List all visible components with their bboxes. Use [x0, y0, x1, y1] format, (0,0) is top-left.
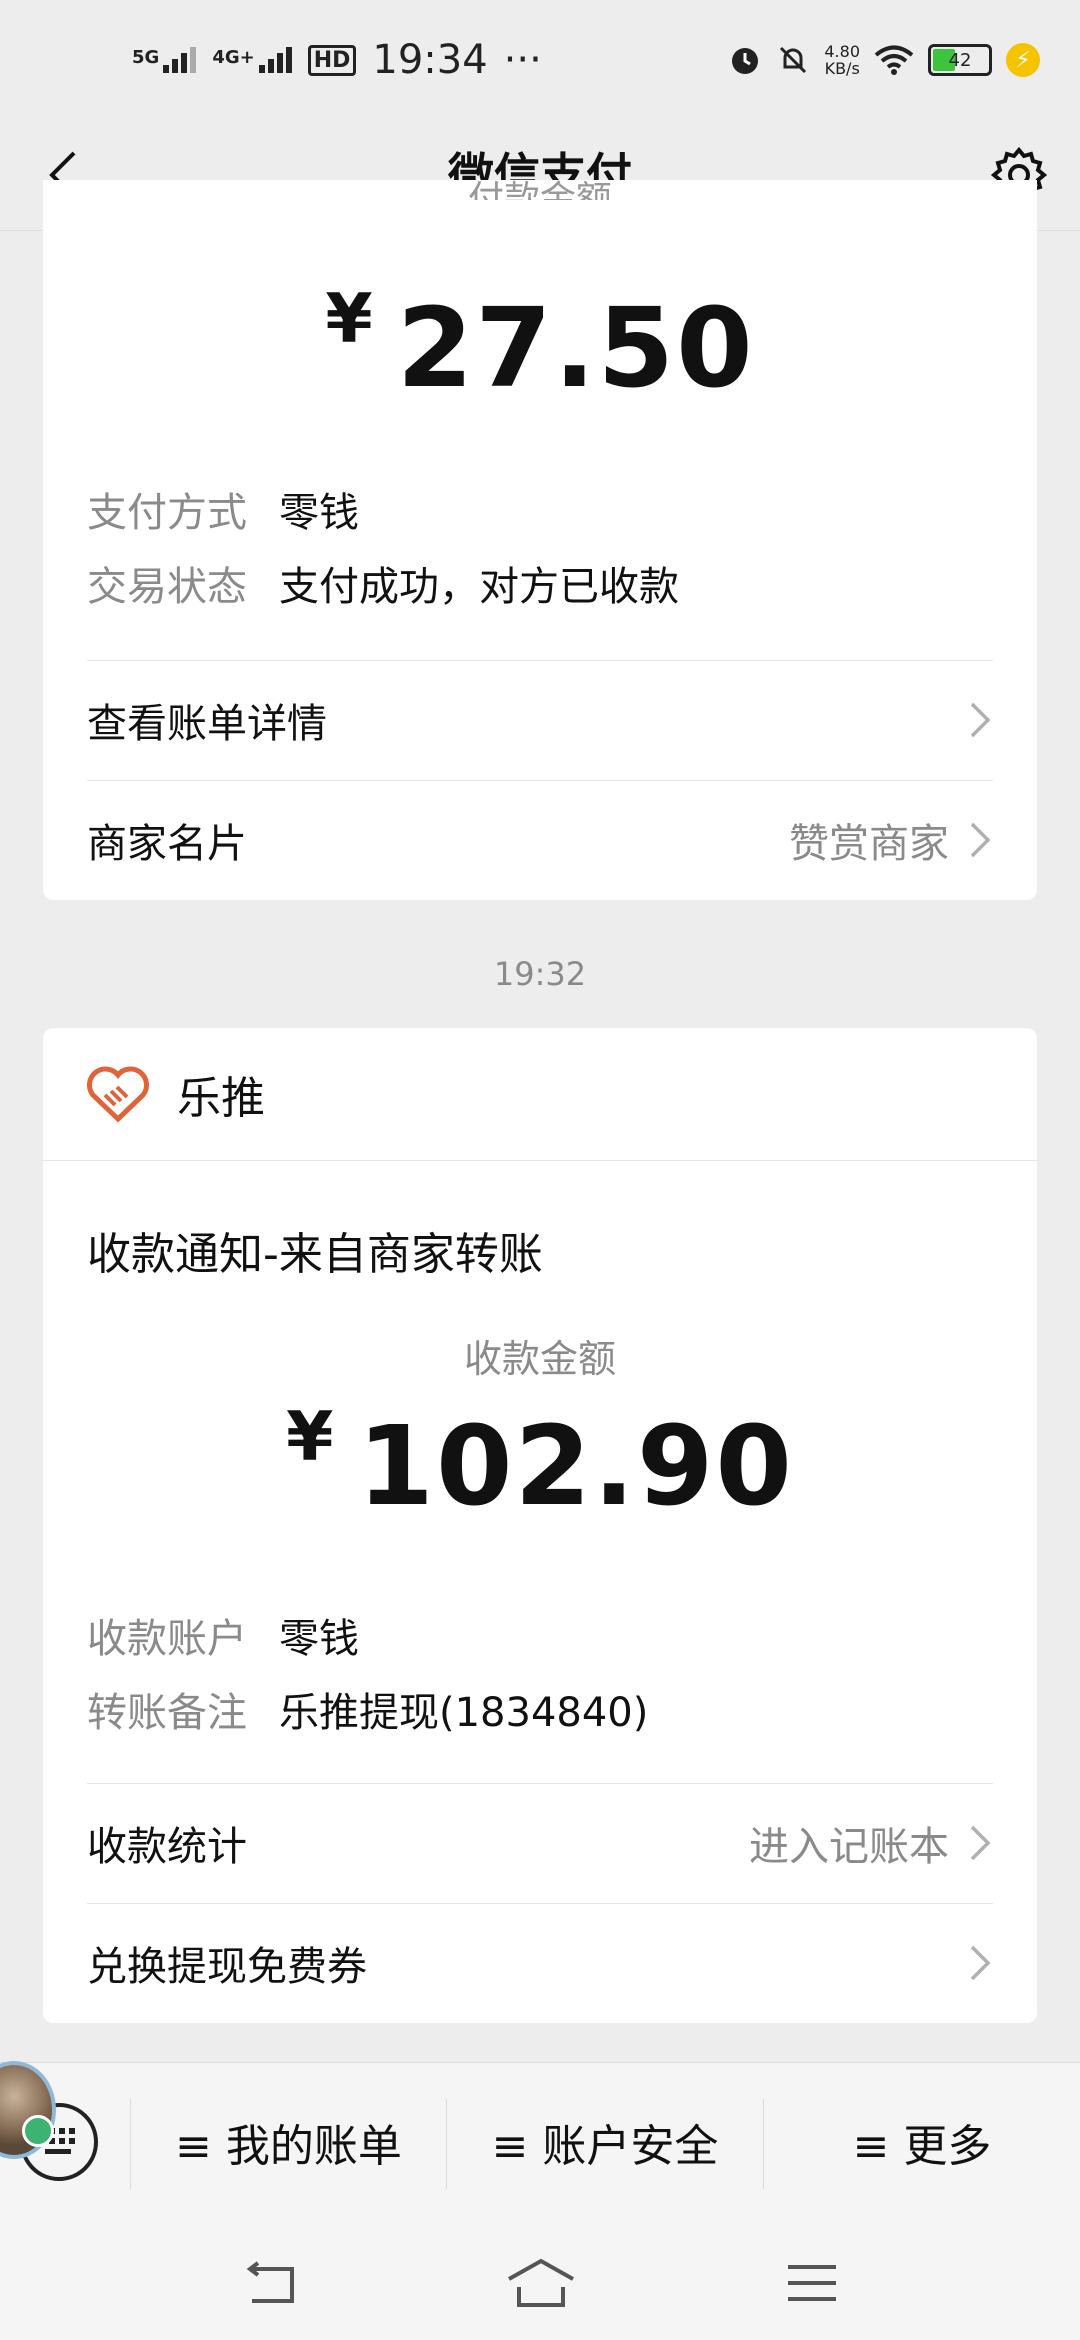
merchant-card-row[interactable]: 商家名片 赞赏商家	[87, 780, 993, 900]
redeem-coupon-label: 兑换提现免费券	[87, 1944, 367, 1990]
transfer-note-key: 转账备注	[87, 1690, 247, 1736]
transfer-note-value: 乐推提现(1834840)	[279, 1690, 649, 1736]
speed-value: 4.80	[824, 42, 860, 61]
status-more: ···	[503, 37, 542, 83]
signal-bars-icon	[163, 47, 197, 73]
receipt-stats-row[interactable]: 收款统计 进入记账本	[87, 1783, 993, 1903]
notice-title: 收款通知-来自商家转账	[87, 1229, 543, 1280]
receiving-account-value: 零钱	[279, 1616, 359, 1662]
network-5g: 5G	[132, 47, 197, 73]
view-bill-details-row[interactable]: 查看账单详情	[87, 660, 993, 780]
merchant-header[interactable]: 乐推	[87, 1062, 265, 1126]
payment-amount-label: 付款金额	[467, 179, 612, 200]
speed-unit: KB/s	[824, 59, 860, 78]
transaction-status-value: 支付成功，对方已收款	[279, 564, 679, 610]
handshake-heart-icon	[87, 1066, 149, 1123]
menu-more[interactable]: ≡ 更多	[764, 2063, 1080, 2220]
network-4g-label: 4G+	[212, 47, 255, 68]
receipt-amount: ¥102.90	[43, 1398, 1037, 1530]
system-menu-button[interactable]	[782, 2255, 842, 2311]
currency-symbol: ¥	[325, 280, 375, 359]
receiving-account-row: 收款账户 零钱	[87, 1606, 359, 1664]
merchant-card-label: 商家名片	[87, 821, 247, 867]
menu-my-bills[interactable]: ≡ 我的账单	[131, 2063, 446, 2220]
hamburger-menu-icon	[788, 2265, 836, 2301]
mute-bell-icon	[780, 46, 807, 74]
payment-method-value: 零钱	[279, 490, 359, 536]
system-home-button[interactable]	[505, 2255, 577, 2311]
message-timestamp: 19:32	[493, 955, 587, 993]
network-speed: 4.80 KB/s	[824, 43, 860, 77]
open-ledger-link[interactable]: 进入记账本	[749, 1814, 949, 1872]
receiving-account-key: 收款账户	[87, 1616, 247, 1662]
chevron-right-icon	[969, 820, 993, 860]
home-icon	[508, 2258, 574, 2307]
return-arrow-icon	[246, 2261, 294, 2303]
payment-method-row: 支付方式 零钱	[87, 480, 359, 538]
status-bar: 5G 4G+ HD 19:34 ··· 4.80 KB/s 42 ⚡	[0, 0, 1080, 120]
divider	[43, 1160, 1037, 1161]
transfer-note-row: 转账备注 乐推提现(1834840)	[87, 1680, 648, 1738]
redeem-coupon-row[interactable]: 兑换提现免费券	[87, 1903, 993, 2023]
bottom-menu-bar: ≡ 我的账单 ≡ 账户安全 ≡ 更多	[0, 2061, 1080, 2220]
status-right: 4.80 KB/s 42 ⚡	[728, 34, 1040, 86]
charging-bolt-icon: ⚡	[1006, 43, 1040, 77]
payment-method-key: 支付方式	[87, 490, 247, 536]
menu-account-security[interactable]: ≡ 账户安全	[447, 2063, 763, 2220]
chevron-right-icon	[969, 700, 993, 740]
alarm-icon	[732, 48, 759, 74]
transaction-status-row: 交易状态 支付成功，对方已收款	[87, 554, 679, 612]
system-nav-bar	[0, 2219, 1080, 2340]
transaction-status-key: 交易状态	[87, 564, 247, 610]
network-4g: 4G+	[212, 47, 292, 73]
merchant-name: 乐推	[177, 1073, 265, 1124]
hd-voice-icon: HD	[307, 44, 357, 76]
chevron-right-icon	[969, 1823, 993, 1863]
payment-amount-value: 27.50	[396, 284, 755, 412]
network-5g-label: 5G	[132, 47, 160, 68]
receipt-amount-label: 收款金额	[463, 1337, 616, 1381]
system-back-button[interactable]	[240, 2255, 300, 2311]
signal-bars-icon	[258, 47, 292, 73]
battery-icon: 42	[928, 44, 992, 76]
receipt-stats-label: 收款统计	[87, 1824, 247, 1870]
chevron-right-icon	[969, 1943, 993, 1983]
tip-merchant-link[interactable]: 赞赏商家	[789, 811, 949, 869]
payment-card: 付款金额 ¥27.50 支付方式 零钱 交易状态 支付成功，对方已收款 查看账单…	[43, 179, 1037, 900]
receipt-amount-value: 102.90	[357, 1402, 794, 1530]
status-left: 5G 4G+ HD 19:34 ···	[132, 30, 542, 90]
wifi-icon	[874, 45, 914, 75]
receipt-card: 乐推 收款通知-来自商家转账 收款金额 ¥102.90 收款账户 零钱 转账备注…	[43, 1028, 1037, 2023]
currency-symbol: ¥	[286, 1398, 336, 1477]
payment-amount: ¥27.50	[43, 280, 1037, 412]
battery-level: 42	[948, 49, 972, 71]
avatar-badge	[22, 2115, 54, 2147]
status-time: 19:34	[372, 37, 488, 83]
view-bill-details-label: 查看账单详情	[87, 701, 327, 747]
